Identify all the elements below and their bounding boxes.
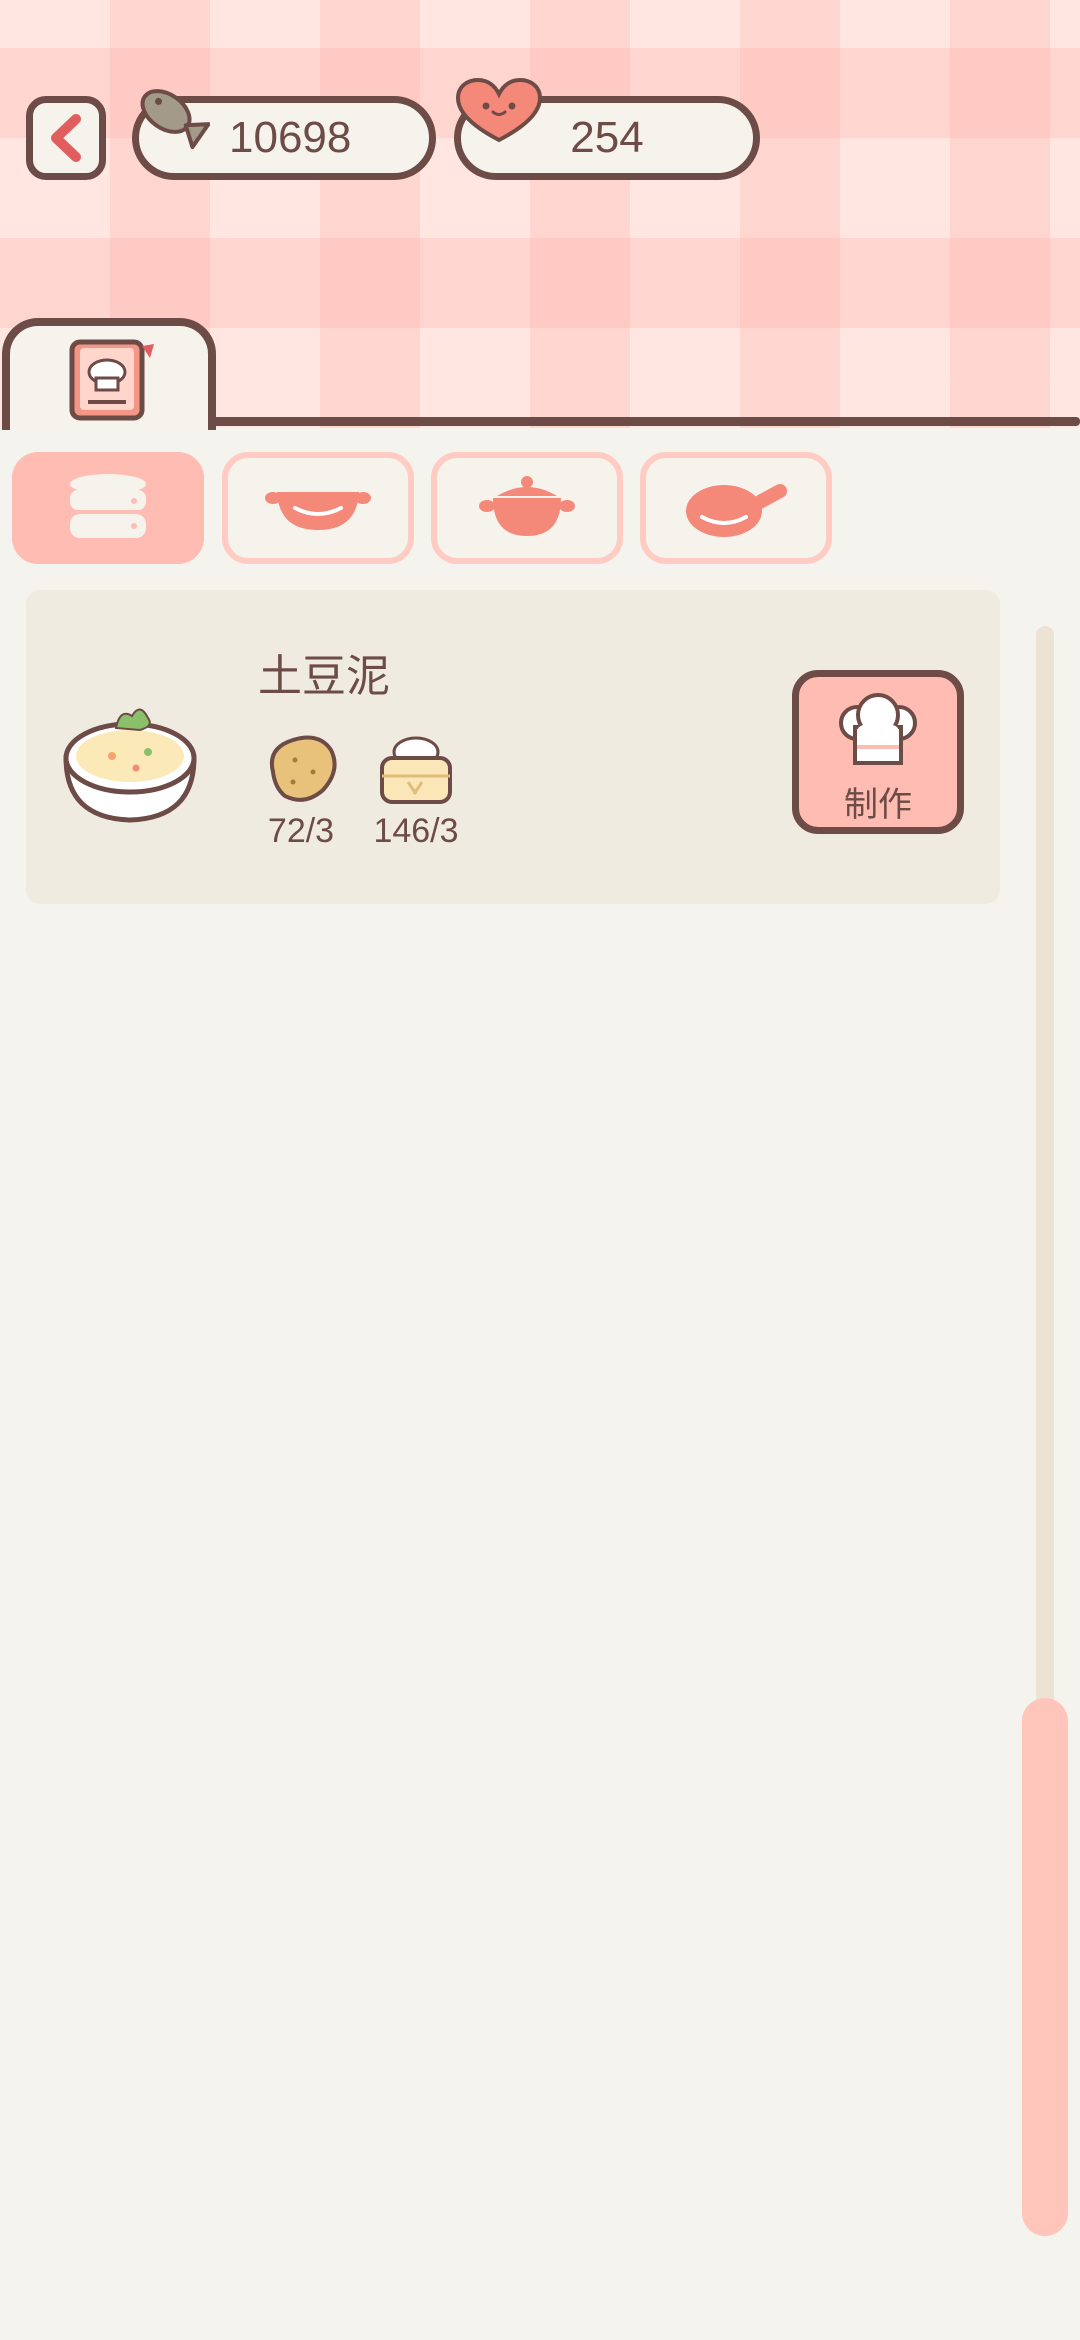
ingredient-potato: 72/3 [246,728,356,850]
heart-count: 254 [570,113,644,162]
chef-book-icon [69,339,154,421]
steamer-icon [70,474,146,538]
ingredient-rice-cake: 146/3 [361,728,471,850]
mashed-potato-bowl-icon [63,708,197,823]
ingredient-count: 72/3 [267,812,335,850]
recipe-name: 土豆泥 [258,652,390,701]
category-tab-frying-pan[interactable] [640,452,832,564]
chef-hat-icon [839,693,917,765]
pot-icon [479,476,575,536]
category-tab-pot[interactable] [431,452,623,564]
make-button[interactable]: 制作 [792,670,964,834]
recipe-card[interactable]: 土豆泥 72/3 146/3 制作 [26,590,1000,904]
chevron-left-icon [51,114,81,162]
header-divider [210,417,1080,426]
fish-count: 10698 [229,113,352,162]
fish-icon [140,89,210,150]
potato-icon [270,735,337,802]
back-button[interactable] [26,96,106,180]
tab-recipe-book[interactable] [2,318,216,430]
frying-pan-icon [686,484,787,537]
make-button-label: 制作 [844,786,912,824]
scrollbar-thumb[interactable] [1022,1698,1068,2236]
rice-cake-icon [380,736,452,804]
category-tab-wok[interactable] [222,452,414,564]
ingredient-count: 146/3 [373,812,459,850]
wok-icon [265,492,371,530]
heart-icon [455,77,543,143]
category-tab-steamer[interactable] [12,452,204,564]
